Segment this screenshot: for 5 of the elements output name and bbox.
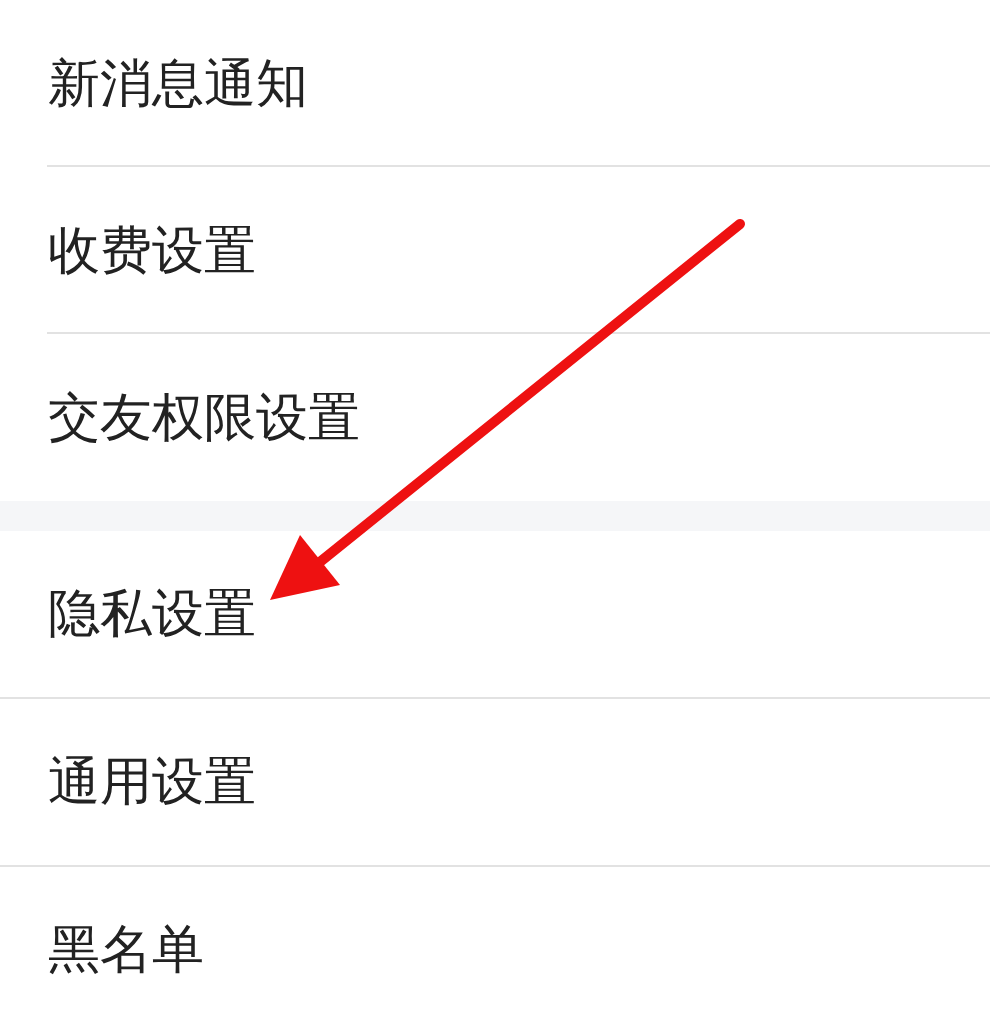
settings-item[interactable]: 黑名单: [0, 867, 990, 1024]
settings-item[interactable]: 交友权限设置: [0, 334, 990, 501]
settings-item[interactable]: 收费设置: [0, 167, 990, 334]
settings-item[interactable]: 新消息通知: [0, 0, 990, 167]
settings-item[interactable]: 通用设置: [0, 699, 990, 867]
